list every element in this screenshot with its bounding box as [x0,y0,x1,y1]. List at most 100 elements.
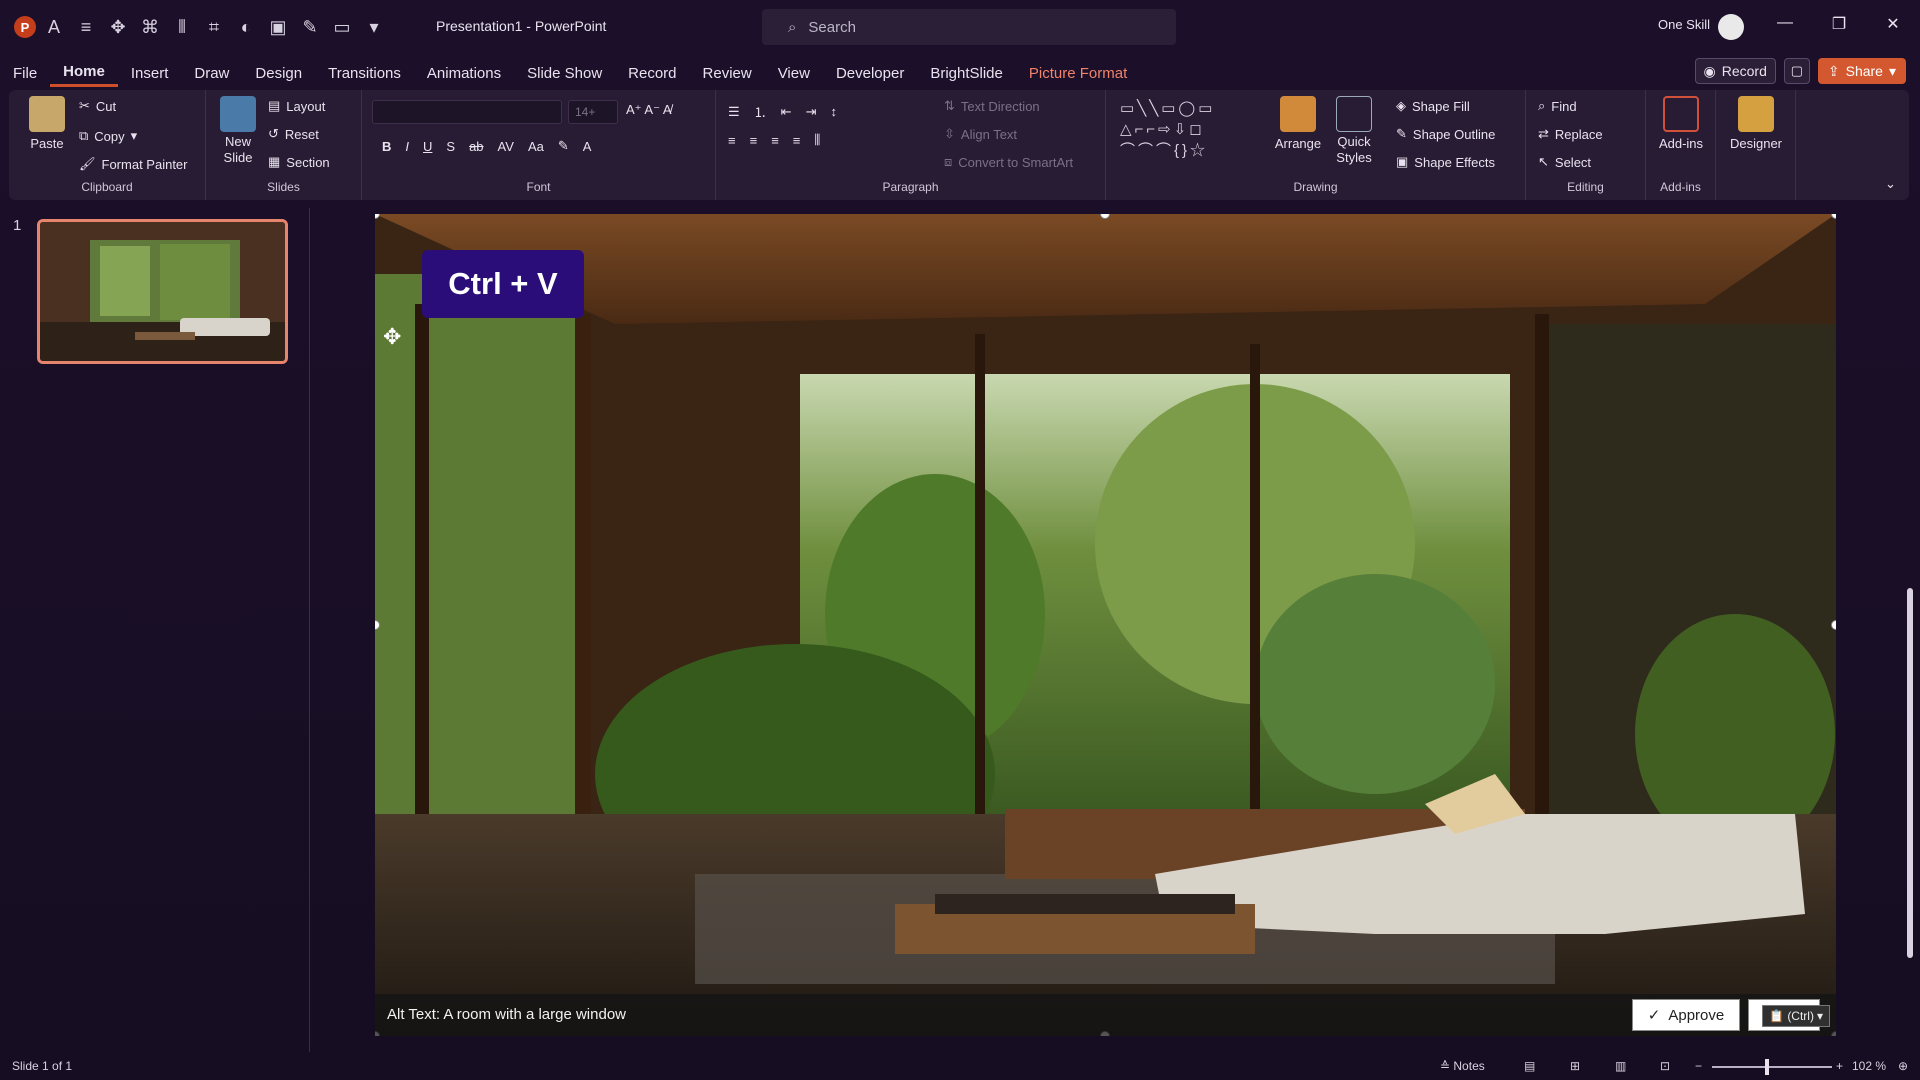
new-slide-icon[interactable] [220,96,256,132]
layout-button[interactable]: ▤ Layout [268,98,325,114]
approve-button[interactable]: ✓ Approve [1632,999,1740,1031]
restore-icon[interactable]: ❐ [1827,14,1851,34]
font-size-dropdown[interactable]: 14+ [568,100,618,124]
strikethrough-icon[interactable]: ab [469,139,483,154]
slide-thumbnail[interactable] [37,219,288,364]
highlight-icon[interactable]: ✎ [558,138,569,154]
font-icon[interactable]: A [40,13,68,41]
tab-record[interactable]: Record [615,59,689,87]
slideshow-view-icon[interactable]: ⊡ [1660,1059,1670,1073]
shadow-icon[interactable]: S [446,139,455,154]
justify-icon[interactable]: ≡ [793,133,801,148]
tab-draw[interactable]: Draw [181,59,242,87]
shape-effects-button[interactable]: ▣ Shape Effects [1396,154,1495,170]
font-name-dropdown[interactable] [372,100,562,124]
paste-label[interactable]: Paste [23,136,71,151]
convert-smartart-button[interactable]: ⧈ Convert to SmartArt [944,154,1073,170]
columns-icon[interactable]: ⫼ [814,132,820,148]
zoom-out-icon[interactable]: − [1695,1059,1702,1073]
scrollbar-thumb[interactable] [1907,588,1913,958]
search-box[interactable]: ⌕ Search [762,9,1176,45]
reading-view-icon[interactable]: ▥ [1615,1059,1626,1073]
crop-icon[interactable]: ⌗ [200,13,228,41]
move-icon[interactable]: ✥ [104,13,132,41]
normal-view-icon[interactable]: ▤ [1524,1059,1535,1073]
resize-handle[interactable] [1831,620,1836,630]
notes-button[interactable]: ≙ Notes [1440,1059,1485,1073]
cut-button[interactable]: ✂ Cut [79,98,116,114]
zoom-slider-knob[interactable] [1765,1059,1769,1075]
image-icon[interactable]: ▣ [264,13,292,41]
shape-icon[interactable]: ⌘ [136,13,164,41]
tab-file[interactable]: File [0,59,50,87]
select-button[interactable]: ↖ Select [1538,154,1591,170]
numbering-icon[interactable]: ⒈ [754,102,767,121]
tab-insert[interactable]: Insert [118,59,182,87]
grow-font-icon[interactable]: A⁺ A⁻ A̸ [626,102,672,118]
tab-animations[interactable]: Animations [414,59,514,87]
tab-picture-format[interactable]: Picture Format [1016,59,1140,87]
align-left-icon[interactable]: ≡ [728,133,736,148]
slide-sorter-icon[interactable]: ⊞ [1570,1059,1580,1073]
zoom-in-icon[interactable]: + [1836,1059,1843,1073]
arrange-icon[interactable] [1280,96,1316,132]
increase-indent-icon[interactable]: ⇥ [806,104,817,120]
bold-icon[interactable]: B [382,139,391,154]
align-center-icon[interactable]: ≡ [750,133,758,148]
section-button[interactable]: ▦ Section [268,154,330,170]
tab-design[interactable]: Design [242,59,315,87]
tab-slide-show[interactable]: Slide Show [514,59,615,87]
present-icon[interactable]: ▭ [328,13,356,41]
pen-icon[interactable]: ✎ [296,13,324,41]
comments-button[interactable]: ▢ [1783,58,1810,84]
paste-icon[interactable] [29,96,65,132]
zoom-level[interactable]: 102 % [1852,1059,1886,1073]
reset-button[interactable]: ↺ Reset [268,126,319,142]
italic-icon[interactable]: I [405,139,409,154]
shape-outline-button[interactable]: ✎ Shape Outline [1396,126,1495,142]
bullets-icon[interactable]: ☰ [728,104,740,120]
designer-icon[interactable] [1738,96,1774,132]
fit-slide-icon[interactable]: ⊕ [1898,1059,1908,1073]
decrease-indent-icon[interactable]: ⇤ [781,104,792,120]
copy-button[interactable]: ⧉ Copy ▾ [79,128,137,144]
collapse-ribbon-icon[interactable]: ⌄ [1885,176,1896,192]
zoom-slider[interactable] [1712,1066,1832,1068]
slide-picture[interactable]: Ctrl + V Alt Text: A room with a large w… [375,214,1836,1036]
vertical-scrollbar[interactable] [1905,208,1915,1038]
find-button[interactable]: ⌕ Find [1538,98,1577,114]
align-icon[interactable]: ⫴ [168,13,196,41]
avatar[interactable] [1718,14,1744,40]
minimize-icon[interactable]: — [1773,14,1797,32]
format-painter-button[interactable]: 🖌 Format Painter [79,156,188,172]
designer-label[interactable]: Designer [1720,136,1792,151]
quick-styles-label[interactable]: Quick Styles [1330,134,1378,166]
share-button[interactable]: ⇪ Share ▾ [1817,58,1906,84]
font-color-icon[interactable]: A [583,139,592,154]
align-right-icon[interactable]: ≡ [771,133,779,148]
shapes-gallery[interactable]: ▭╲╲▭◯▭ △⌐⌐⇨⇩◻ ⌒⌒⌒{}☆ [1120,98,1264,160]
shape-fill-button[interactable]: ◈ Shape Fill [1396,98,1470,114]
tab-transitions[interactable]: Transitions [315,59,414,87]
quick-styles-icon[interactable] [1336,96,1372,132]
customize-toolbar-icon[interactable]: ▾ [360,13,388,41]
addins-icon[interactable] [1663,96,1699,132]
tab-view[interactable]: View [765,59,823,87]
tab-review[interactable]: Review [690,59,765,87]
record-button[interactable]: ◉ Record [1694,58,1776,84]
case-icon[interactable]: Aa [528,139,544,154]
user-name[interactable]: One Skill [1658,17,1710,32]
align-text-button[interactable]: ⇳ Align Text [944,126,1017,142]
fill-icon[interactable]: ◐ [232,13,260,41]
text-lines-icon[interactable]: ≡ [72,13,100,41]
paste-options-button[interactable]: 📋 (Ctrl) ▾ [1762,1005,1830,1027]
line-spacing-icon[interactable]: ↕ [830,104,837,119]
underline-icon[interactable]: U [423,139,432,154]
arrange-label[interactable]: Arrange [1274,136,1322,151]
replace-button[interactable]: ⇄ Replace [1538,126,1603,142]
new-slide-label[interactable]: New Slide [214,134,262,166]
close-icon[interactable]: ✕ [1881,14,1905,34]
addins-button-label[interactable]: Add-ins [1648,136,1714,151]
spacing-icon[interactable]: AV [498,139,514,154]
tab-brightslide[interactable]: BrightSlide [917,59,1016,87]
